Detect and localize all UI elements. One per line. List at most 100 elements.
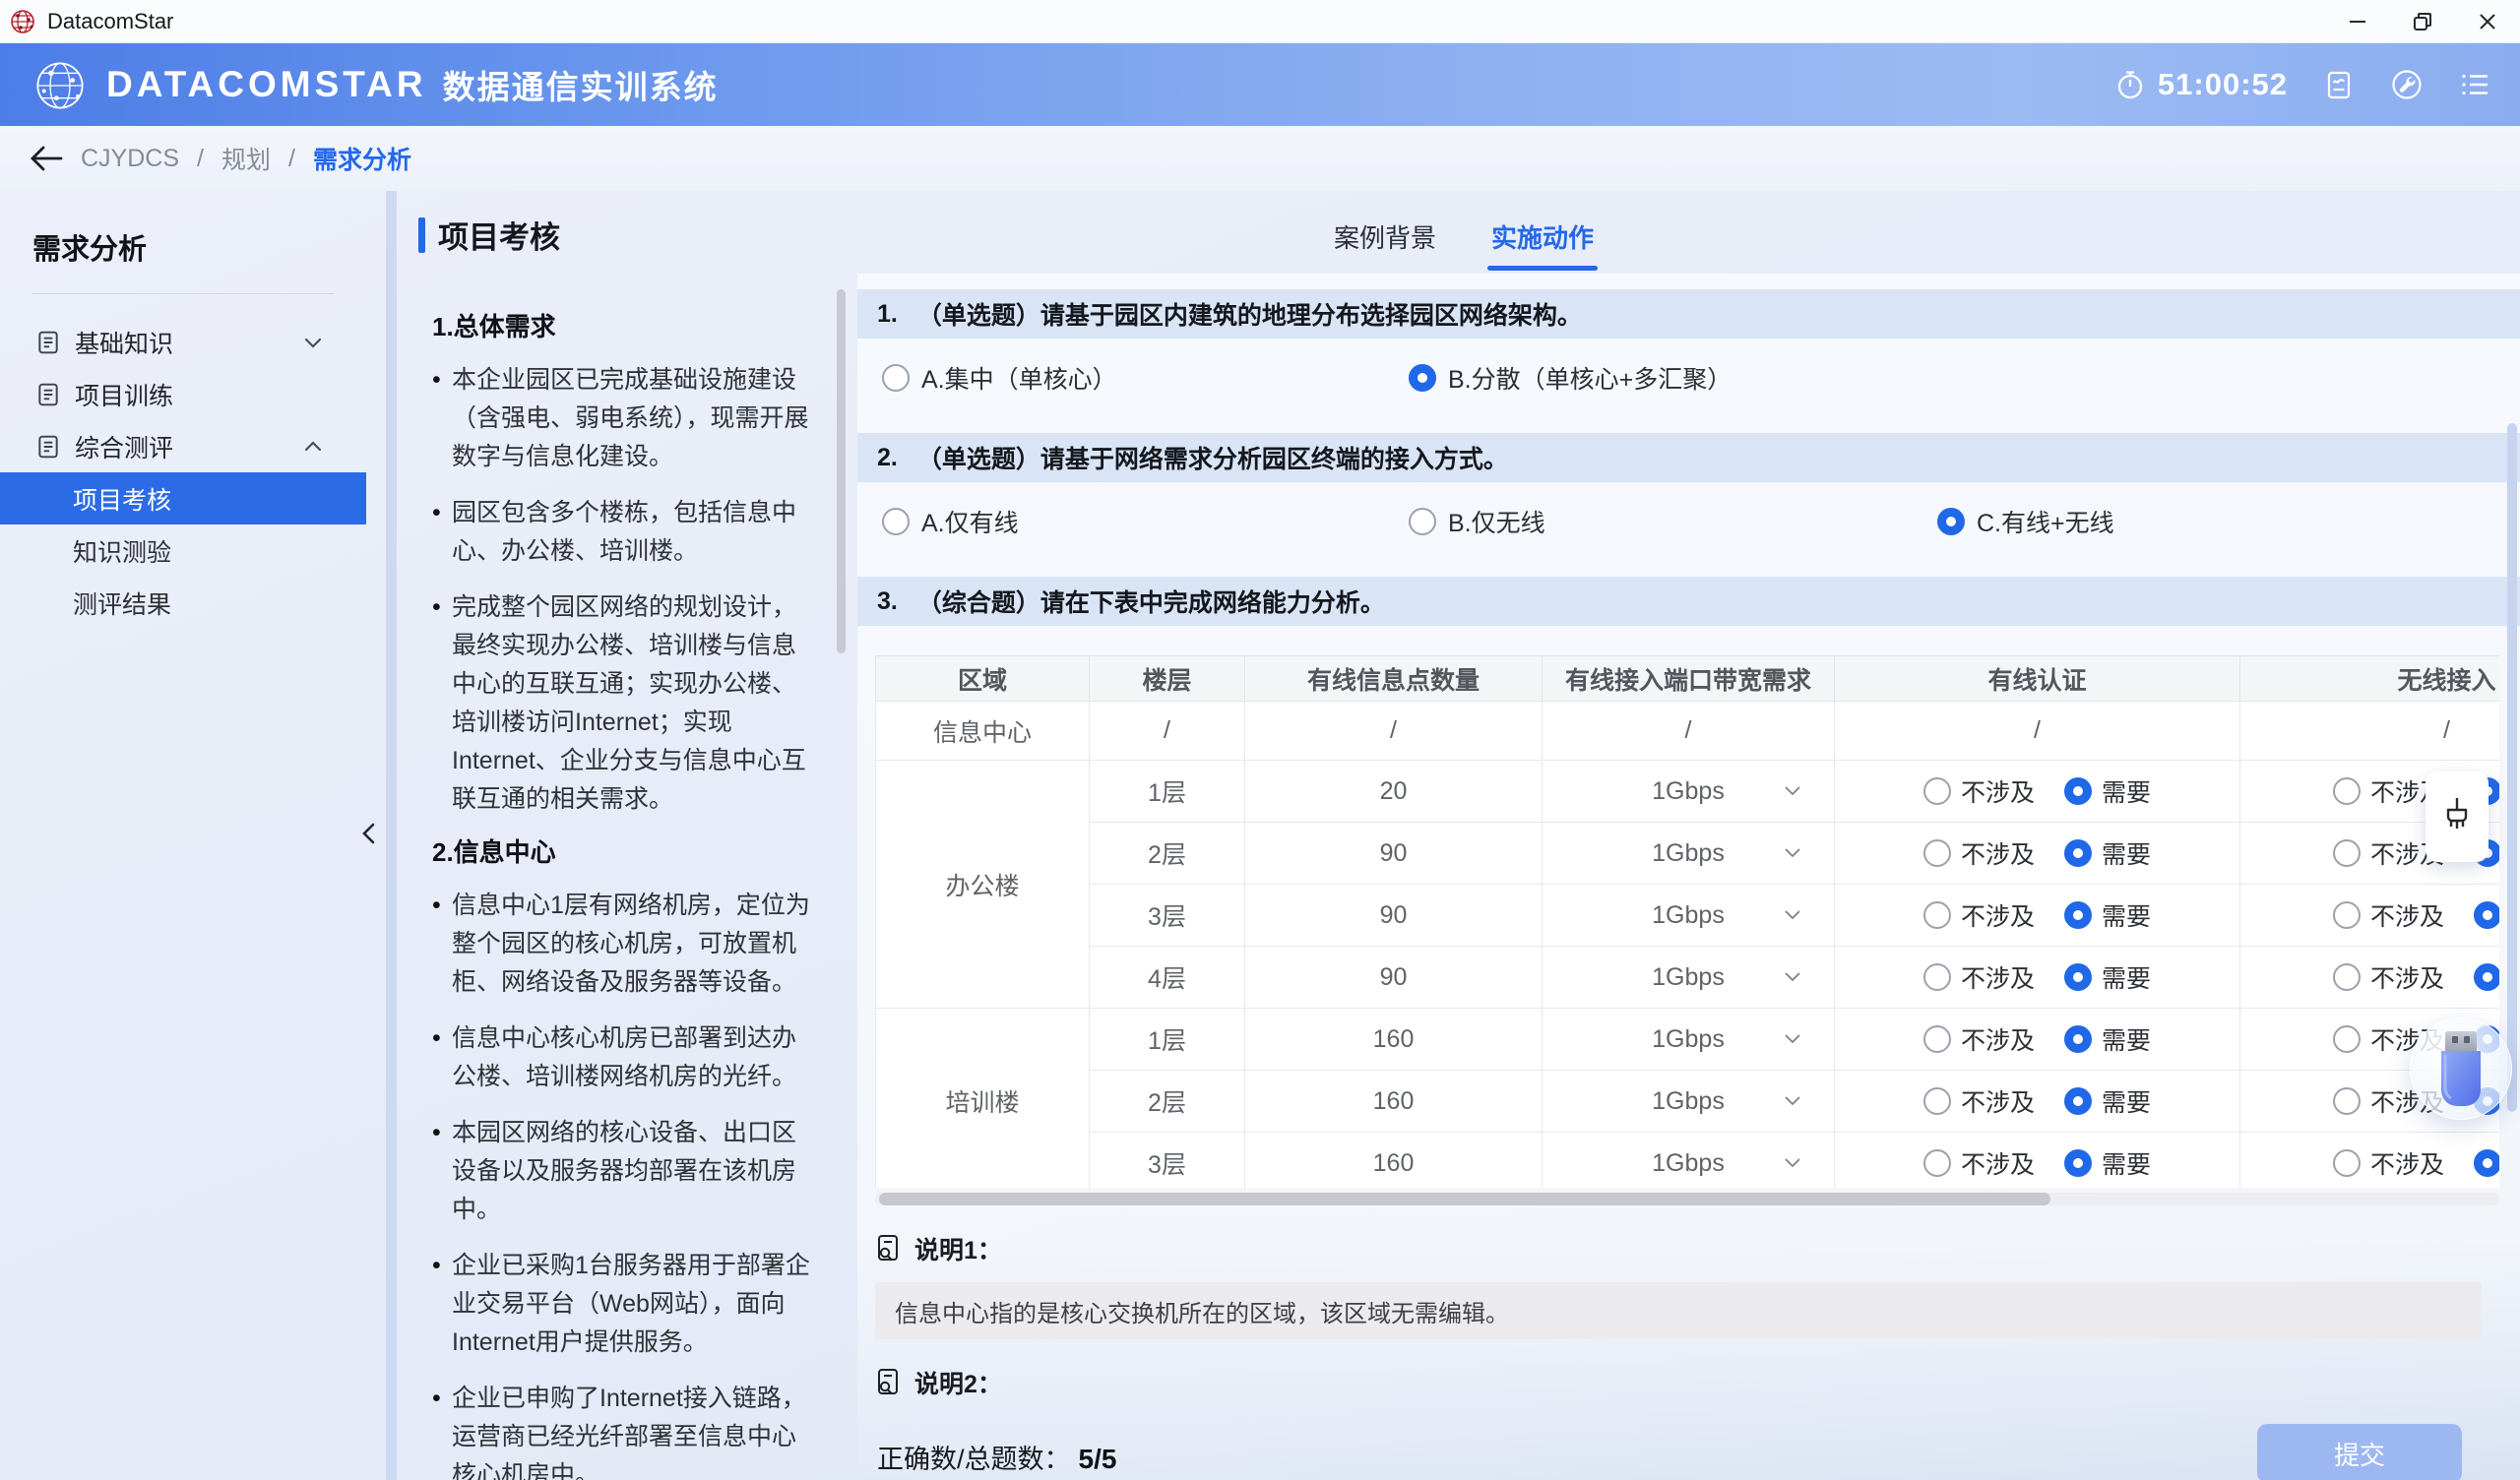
radio-label: 需要	[2102, 959, 2151, 995]
radio-checked-icon[interactable]	[2474, 1149, 2499, 1177]
question-1-option-2[interactable]: B.分散（单核心+多汇聚）	[1409, 360, 1732, 396]
submit-button[interactable]: 提交	[2257, 1424, 2462, 1480]
bandwidth-select[interactable]: 1Gbps	[1543, 1009, 1835, 1071]
radio-unchecked-icon[interactable]	[1923, 777, 1951, 805]
restore-button[interactable]	[2390, 0, 2455, 43]
floor-cell: 1层	[1090, 1009, 1245, 1071]
bandwidth-select[interactable]: 1Gbps	[1543, 947, 1835, 1009]
radio-option[interactable]: 不涉及	[1923, 959, 2035, 995]
question-2-option-3[interactable]: C.有线+无线	[1937, 504, 2114, 539]
radio-option[interactable]: 不涉及	[1923, 835, 2035, 871]
tab-1[interactable]: 案例背景	[1334, 218, 1436, 255]
radio-unchecked-icon[interactable]	[1923, 1149, 1951, 1177]
radio-unchecked-icon[interactable]	[2333, 963, 2361, 991]
radio-option-selected[interactable]: 需要	[2064, 1021, 2151, 1057]
table-horizontal-scrollbar[interactable]	[879, 1193, 2050, 1205]
question-2-option-1[interactable]: A.仅有线	[882, 504, 1019, 539]
radio-option-selected[interactable]: 需要	[2474, 1145, 2499, 1181]
radio-option-selected[interactable]: 需要	[2474, 959, 2499, 995]
collapse-sidebar-icon[interactable]	[356, 817, 382, 850]
radio-option[interactable]: 不涉及	[2333, 897, 2444, 933]
radio-option[interactable]: 不涉及	[1923, 1021, 2035, 1057]
radio-option[interactable]: 不涉及	[1923, 773, 2035, 809]
breadcrumb-item-project[interactable]: CJYDCS	[81, 145, 179, 173]
radio-option[interactable]: 不涉及	[2333, 1145, 2444, 1181]
question-2-option-2[interactable]: B.仅无线	[1409, 504, 1545, 539]
bandwidth-select[interactable]: 1Gbps	[1543, 885, 1835, 947]
sidebar-item-1[interactable]: 基础知识	[0, 316, 366, 368]
tools-icon[interactable]	[2390, 68, 2424, 101]
radio-option-selected[interactable]: 需要	[2064, 1145, 2151, 1181]
question-3-header: 3. （综合题） 请在下表中完成网络能力分析。	[857, 577, 2520, 626]
radio-checked-icon[interactable]	[2064, 901, 2092, 929]
radio-unchecked-icon[interactable]	[882, 364, 910, 392]
bandwidth-select[interactable]: 1Gbps	[1543, 823, 1835, 885]
bandwidth-select[interactable]: 1Gbps	[1543, 1071, 1835, 1133]
sidebar-item-3[interactable]: 综合测评	[0, 420, 366, 472]
sidebar-subitem-测评结果[interactable]: 测评结果	[0, 577, 366, 629]
case-bullet-text: 信息中心1层有网络机房，定位为整个园区的核心机房，可放置机柜、网络设备及服务器等…	[452, 887, 816, 1002]
radio-option-selected[interactable]: 需要	[2064, 897, 2151, 933]
radio-checked-icon[interactable]	[2064, 1149, 2092, 1177]
radio-unchecked-icon[interactable]	[2333, 901, 2361, 929]
radio-option-selected[interactable]: 需要	[2064, 1083, 2151, 1119]
radio-checked-icon[interactable]	[2064, 963, 2092, 991]
radio-checked-icon[interactable]	[2064, 839, 2092, 867]
radio-option[interactable]: 不涉及	[1923, 897, 2035, 933]
back-arrow-icon[interactable]	[30, 146, 63, 171]
floor-cell: 3层	[1090, 885, 1245, 947]
radio-checked-icon[interactable]	[2474, 963, 2499, 991]
radio-option-selected[interactable]: 需要	[2064, 773, 2151, 809]
report-icon[interactable]	[2323, 69, 2355, 100]
bandwidth-select[interactable]: 1Gbps	[1543, 761, 1835, 823]
radio-unchecked-icon[interactable]	[1923, 1025, 1951, 1053]
radio-unchecked-icon[interactable]	[2333, 839, 2361, 867]
bullet-dot: •	[418, 1380, 452, 1480]
sidebar-subitem-知识测验[interactable]: 知识测验	[0, 524, 366, 577]
radio-checked-icon[interactable]	[2064, 1087, 2092, 1115]
placeholder-cell: /	[1835, 702, 2240, 761]
case-bullet: •本园区网络的核心设备、出口区设备以及服务器均部署在该机房中。	[418, 1114, 830, 1229]
menu-list-icon[interactable]	[2459, 68, 2492, 101]
radio-option-selected[interactable]: 需要	[2064, 835, 2151, 871]
radio-option[interactable]: 不涉及	[2333, 959, 2444, 995]
question-1-option-1[interactable]: A.集中（单核心）	[882, 360, 1117, 396]
option-label: A.集中（单核心）	[921, 360, 1117, 396]
radio-option-selected[interactable]: 需要	[2064, 959, 2151, 995]
radio-label: 不涉及	[1961, 835, 2035, 871]
radio-unchecked-icon[interactable]	[1923, 1087, 1951, 1115]
bandwidth-value: 1Gbps	[1652, 777, 1725, 805]
radio-unchecked-icon[interactable]	[2333, 1149, 2361, 1177]
sidebar-subitem-label: 项目考核	[73, 481, 171, 517]
radio-unchecked-icon[interactable]	[1409, 508, 1436, 535]
page-vertical-scrollbar[interactable]	[2507, 423, 2517, 1112]
case-panel-scrollbar[interactable]	[837, 289, 846, 653]
radio-checked-icon[interactable]	[1409, 364, 1436, 392]
radio-checked-icon[interactable]	[1937, 508, 1965, 535]
sidebar-item-2[interactable]: 项目训练	[0, 368, 366, 420]
radio-option[interactable]: 不涉及	[1923, 1145, 2035, 1181]
radio-unchecked-icon[interactable]	[882, 508, 910, 535]
radio-unchecked-icon[interactable]	[2333, 777, 2361, 805]
radio-unchecked-icon[interactable]	[1923, 901, 1951, 929]
sidebar-subitem-项目考核[interactable]: 项目考核	[0, 472, 366, 524]
radio-unchecked-icon[interactable]	[1923, 963, 1951, 991]
wired-auth-options: 不涉及需要	[1835, 897, 2239, 933]
radio-checked-icon[interactable]	[2064, 1025, 2092, 1053]
radio-option[interactable]: 不涉及	[1923, 1083, 2035, 1119]
bandwidth-select[interactable]: 1Gbps	[1543, 1133, 1835, 1189]
radio-unchecked-icon[interactable]	[2333, 1025, 2361, 1053]
radio-checked-icon[interactable]	[2064, 777, 2092, 805]
radio-unchecked-icon[interactable]	[2333, 1087, 2361, 1115]
tab-2[interactable]: 实施动作	[1491, 218, 1594, 255]
usb-drive-icon	[2428, 1027, 2493, 1110]
radio-option-selected[interactable]: 需要	[2474, 897, 2499, 933]
radio-unchecked-icon[interactable]	[1923, 839, 1951, 867]
breadcrumb-item-planning[interactable]: 规划	[221, 141, 271, 176]
usb-drive-widget[interactable]	[2410, 1018, 2512, 1120]
close-button[interactable]	[2455, 0, 2520, 43]
radio-checked-icon[interactable]	[2474, 901, 2499, 929]
table-header-楼层: 楼层	[1090, 656, 1245, 702]
minimize-button[interactable]	[2325, 0, 2390, 43]
clear-tool-button[interactable]	[2426, 771, 2488, 862]
